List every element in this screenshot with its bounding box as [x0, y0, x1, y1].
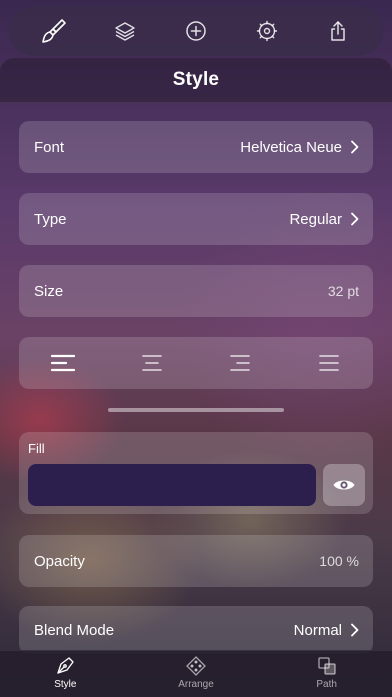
font-value: Helvetica Neue	[240, 138, 342, 156]
type-label: Type	[34, 210, 67, 228]
align-right-button[interactable]	[222, 345, 258, 381]
blend-mode-value-group: Normal	[294, 622, 359, 639]
fill-visibility-toggle[interactable]	[323, 464, 365, 506]
top-toolbar	[9, 6, 383, 56]
panel-title: Style	[172, 69, 220, 90]
type-row[interactable]: Type Regular	[19, 193, 373, 245]
blend-mode-row[interactable]: Blend Mode Normal	[19, 606, 373, 654]
arrange-icon	[186, 656, 206, 676]
type-value: Regular	[289, 210, 342, 228]
text-alignment-segmented-control	[19, 337, 373, 389]
tab-arrange-label: Arrange	[178, 679, 214, 690]
chevron-right-icon	[351, 623, 359, 637]
align-justify-button[interactable]	[311, 345, 347, 381]
align-center-icon	[141, 355, 162, 371]
tab-path-label: Path	[316, 679, 337, 690]
tab-style[interactable]: Style	[15, 651, 115, 697]
font-row[interactable]: Font Helvetica Neue	[19, 121, 373, 173]
sheet-drag-handle[interactable]	[108, 408, 284, 412]
align-center-button[interactable]	[134, 345, 170, 381]
eye-icon	[333, 480, 355, 490]
panel-header: Style	[0, 58, 392, 103]
path-squares-icon	[317, 657, 336, 675]
share-icon[interactable]	[324, 17, 352, 45]
opacity-value[interactable]: 100 %	[319, 553, 359, 569]
fill-label: Fill	[28, 441, 45, 456]
layers-icon[interactable]	[111, 17, 139, 45]
fill-section: Fill	[19, 432, 373, 514]
tab-path[interactable]: Path	[277, 651, 377, 697]
fill-color-swatch[interactable]	[28, 464, 316, 506]
opacity-label: Opacity	[34, 552, 85, 570]
align-left-button[interactable]	[45, 345, 81, 381]
settings-gear-icon[interactable]	[253, 17, 281, 45]
blend-mode-label: Blend Mode	[34, 621, 115, 639]
font-value-group: Helvetica Neue	[240, 139, 359, 156]
size-label: Size	[34, 282, 64, 300]
align-right-icon	[230, 355, 251, 371]
chevron-right-icon	[351, 212, 359, 226]
tab-arrange[interactable]: Arrange	[146, 651, 246, 697]
brush-icon[interactable]	[40, 17, 68, 45]
font-label: Font	[34, 138, 65, 156]
align-justify-icon	[318, 355, 339, 371]
add-icon[interactable]	[182, 17, 210, 45]
size-row[interactable]: Size 32 pt	[19, 265, 373, 317]
opacity-row[interactable]: Opacity 100 %	[19, 535, 373, 587]
type-value-group: Regular	[289, 211, 359, 228]
chevron-right-icon	[351, 140, 359, 154]
size-value[interactable]: 32 pt	[328, 283, 359, 299]
blend-mode-value: Normal	[293, 621, 342, 639]
align-left-icon	[51, 354, 76, 372]
tab-style-label: Style	[54, 679, 77, 690]
bottom-tab-bar: Style Arrange Path	[0, 650, 392, 697]
pen-nib-icon	[57, 657, 74, 674]
